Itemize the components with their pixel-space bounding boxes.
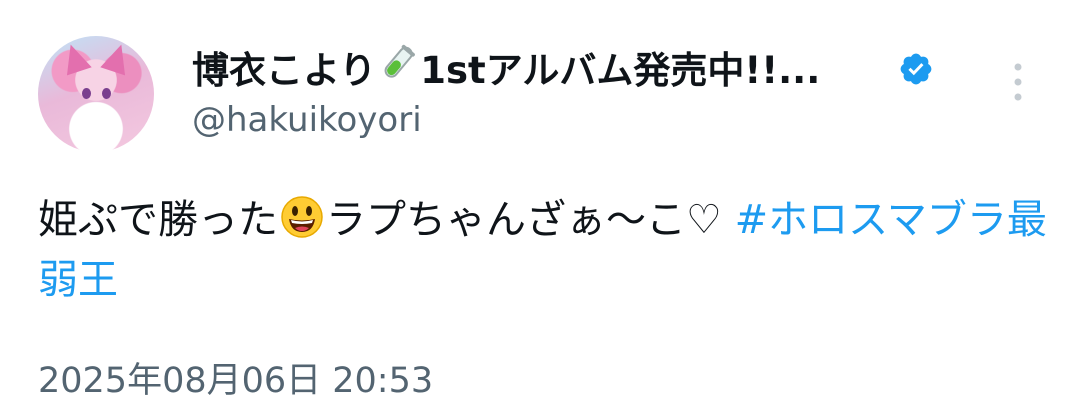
tweet-text-part: 姫ぷで勝った: [38, 197, 278, 243]
avatar-ear-left: [58, 40, 92, 76]
avatar[interactable]: [38, 36, 154, 152]
more-vertical-icon[interactable]: [1012, 62, 1024, 102]
grinning-face-icon: [281, 196, 323, 238]
timestamp[interactable]: 2025年08月06日 20:53: [38, 352, 433, 403]
test-tube-icon: [378, 43, 418, 92]
display-name-prefix: 博衣こより: [192, 49, 377, 92]
avatar-ear-right: [100, 40, 134, 76]
avatar-eye-left: [82, 88, 91, 99]
display-name[interactable]: 博衣こより 1stアルバム発売中!!...: [192, 40, 820, 94]
tweet-text: 姫ぷで勝った ラプちゃんざぁ〜こ♡ #ホロスマブラ最弱王: [38, 190, 1048, 310]
verified-badge-icon: [900, 53, 932, 85]
user-handle[interactable]: @hakuikoyori: [192, 100, 422, 140]
avatar-eye-right: [102, 88, 111, 99]
display-name-suffix: 1stアルバム発売中!!...: [420, 49, 821, 92]
tweet-text-part: ラプちゃんざぁ〜こ♡: [326, 197, 735, 243]
